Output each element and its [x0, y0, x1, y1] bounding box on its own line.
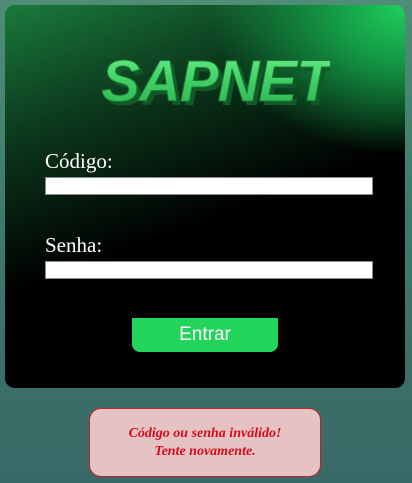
logo-text: SAPNET [101, 49, 330, 111]
password-label: Senha: [45, 233, 103, 257]
error-message-line1: Código ou senha inválido! [128, 425, 282, 441]
code-label: Código: [45, 149, 113, 173]
sapnet-logo: SAPNET SAPNET [95, 39, 330, 112]
password-input[interactable] [45, 261, 373, 279]
error-message-line2: Tente novamente. [154, 443, 256, 459]
login-button[interactable]: Entrar [132, 318, 278, 352]
error-message-box: Código ou senha inválido! Tente novament… [89, 408, 321, 477]
login-panel: SAPNET SAPNET Código: Senha: Entrar [5, 5, 405, 388]
code-input[interactable] [45, 177, 373, 195]
